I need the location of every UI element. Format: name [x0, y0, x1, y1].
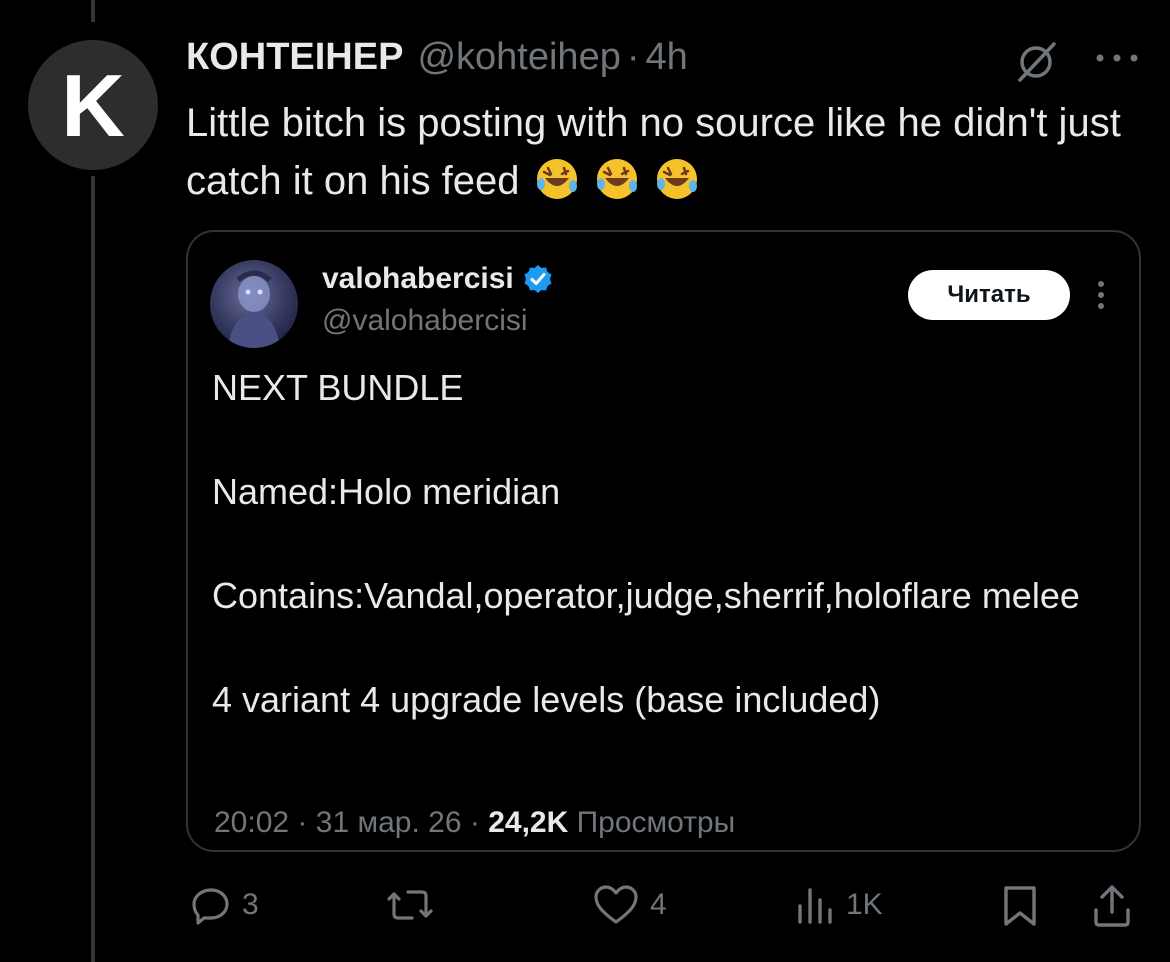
- quoted-avatar[interactable]: [210, 260, 298, 348]
- more-icon[interactable]: [1092, 48, 1142, 68]
- verified-badge-icon: [524, 265, 552, 293]
- quoted-blank-line: [212, 622, 1132, 674]
- rofl-emoji-icon: [536, 159, 577, 199]
- views-chart-icon: [798, 888, 832, 924]
- quoted-more-icon[interactable]: [1096, 278, 1106, 312]
- thread-line-bottom: [91, 176, 95, 962]
- follow-button[interactable]: Читать: [908, 270, 1070, 320]
- quoted-tweet-card[interactable]: valohabercisi @valohabercisi Читать NEXT…: [186, 230, 1141, 852]
- quoted-blank-line: [212, 518, 1132, 570]
- tweet-time[interactable]: 4h: [646, 36, 688, 79]
- quoted-date[interactable]: 31 мар. 26: [316, 806, 462, 839]
- quoted-time[interactable]: 20:02: [214, 806, 289, 839]
- views-count: 1K: [846, 888, 883, 921]
- like-count: 4: [650, 888, 667, 921]
- thread-line-top: [91, 0, 95, 22]
- quoted-name-row: valohabercisi: [322, 262, 554, 296]
- quoted-handle[interactable]: @valohabercisi: [322, 304, 528, 338]
- avatar-letter: K: [61, 56, 125, 155]
- retweet-icon: [387, 890, 433, 920]
- retweet-button[interactable]: [386, 884, 444, 926]
- handle[interactable]: @kohteihep: [417, 36, 620, 79]
- avatar[interactable]: K: [28, 40, 158, 170]
- like-button[interactable]: 4: [592, 884, 667, 926]
- grok-icon[interactable]: [1014, 40, 1058, 84]
- share-icon: [1094, 885, 1130, 927]
- quoted-body: NEXT BUNDLE Named:Holo meridian Contains…: [212, 362, 1132, 726]
- reply-count: 3: [242, 888, 259, 921]
- quoted-display-name[interactable]: valohabercisi: [322, 262, 514, 296]
- share-button[interactable]: [1090, 884, 1134, 928]
- tweet-text: Little bitch is posting with no source l…: [186, 94, 1146, 210]
- bookmark-button[interactable]: [1000, 884, 1040, 928]
- reply-icon: [192, 888, 229, 925]
- reply-button[interactable]: 3: [190, 884, 259, 926]
- quoted-line: Contains:Vandal,operator,judge,sherrif,h…: [212, 575, 1080, 616]
- quoted-line: Named:Holo meridian: [212, 471, 561, 512]
- rofl-emoji-icon: [656, 159, 697, 199]
- quoted-views-label: Просмотры: [576, 806, 736, 839]
- separator-dot: ·: [469, 806, 480, 839]
- heart-icon: [594, 885, 638, 924]
- tweet-header: КОНТЕІНЕР @kohteihep · 4h: [186, 36, 688, 79]
- views-button[interactable]: 1K: [796, 884, 883, 926]
- bookmark-icon: [1004, 886, 1036, 926]
- separator-dot: ·: [297, 806, 308, 839]
- quoted-views-count: 24,2K: [488, 806, 569, 839]
- action-bar: 3 4 1K: [0, 884, 1170, 934]
- quoted-line: 4 variant 4 upgrade levels (base include…: [212, 679, 881, 720]
- quoted-line: NEXT BUNDLE: [212, 367, 464, 408]
- rofl-emoji-icon: [596, 159, 637, 199]
- display-name[interactable]: КОНТЕІНЕР: [186, 36, 403, 79]
- quoted-avatar-art: [228, 270, 280, 348]
- separator-dot: ·: [626, 36, 640, 78]
- quoted-footer: 20:02 · 31 мар. 26 · 24,2K Просмотры: [214, 806, 735, 840]
- quoted-blank-line: [212, 414, 1132, 466]
